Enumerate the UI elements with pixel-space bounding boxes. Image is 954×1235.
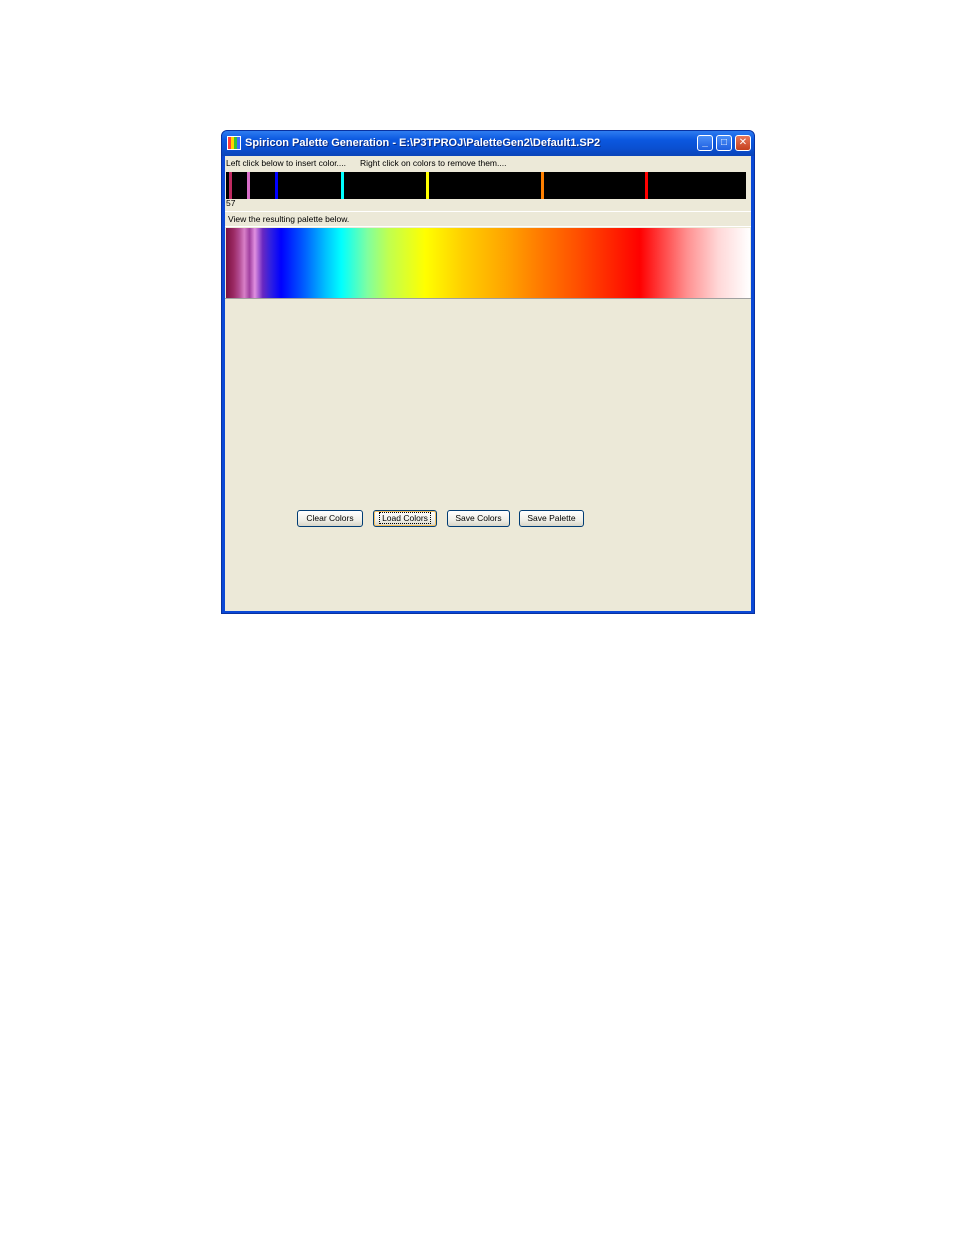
color-stop-marker[interactable] bbox=[275, 172, 278, 199]
save-palette-button[interactable]: Save Palette bbox=[519, 510, 584, 527]
remove-hint-label: Right click on colors to remove them.... bbox=[360, 158, 507, 168]
client-area: Left click below to insert color.... Rig… bbox=[225, 156, 751, 611]
section-divider bbox=[225, 211, 751, 212]
close-button[interactable]: ✕ bbox=[735, 135, 751, 151]
clear-colors-button[interactable]: Clear Colors bbox=[297, 510, 363, 527]
app-icon[interactable] bbox=[227, 136, 241, 150]
color-stop-marker[interactable] bbox=[247, 172, 250, 199]
minimize-button[interactable]: _ bbox=[697, 135, 713, 151]
save-colors-button[interactable]: Save Colors bbox=[447, 510, 510, 527]
color-stop-marker[interactable] bbox=[541, 172, 544, 199]
window-title: Spiricon Palette Generation - E:\P3TPROJ… bbox=[245, 137, 601, 149]
maximize-button[interactable]: □ bbox=[716, 135, 732, 151]
palette-generation-window: Spiricon Palette Generation - E:\P3TPROJ… bbox=[221, 130, 755, 614]
title-bar[interactable]: Spiricon Palette Generation - E:\P3TPROJ… bbox=[222, 131, 754, 156]
palette-preview bbox=[226, 228, 750, 298]
load-colors-label: Load Colors bbox=[379, 512, 431, 524]
color-stop-marker[interactable] bbox=[229, 172, 232, 199]
palette-caption: View the resulting palette below. bbox=[228, 214, 350, 224]
insert-hint-label: Left click below to insert color.... bbox=[226, 158, 346, 168]
color-stop-marker[interactable] bbox=[645, 172, 648, 199]
palette-preview-frame bbox=[225, 226, 751, 299]
color-stop-marker[interactable] bbox=[341, 172, 344, 199]
color-count-label: 57 bbox=[226, 198, 236, 208]
color-stop-marker[interactable] bbox=[426, 172, 429, 199]
color-stop-editor[interactable] bbox=[226, 172, 746, 199]
load-colors-button[interactable]: Load Colors bbox=[373, 510, 437, 527]
